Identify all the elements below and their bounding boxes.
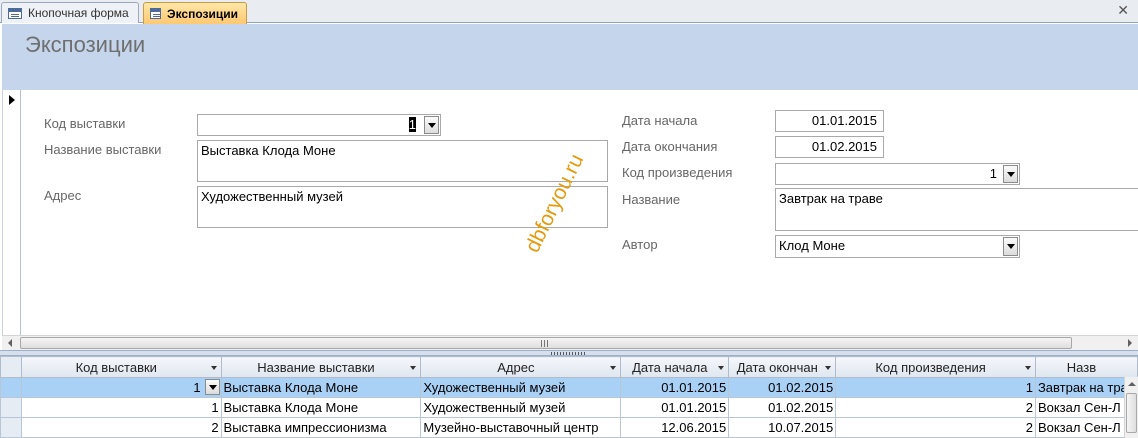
- end-date-label: Дата окончания: [622, 139, 718, 154]
- table-cell[interactable]: Художественный музей: [420, 397, 622, 418]
- scroll-up-icon[interactable]: [1128, 382, 1136, 386]
- table-cell[interactable]: 2: [835, 397, 1036, 418]
- tab-label: Экспозиции: [167, 6, 238, 21]
- table-row[interactable]: 1 Выставка Клода Моне Художественный муз…: [0, 397, 1138, 418]
- table-cell[interactable]: Завтрак на трав: [1034, 377, 1138, 398]
- column-header-label: Код произведения: [875, 359, 986, 375]
- column-header-label: Дата окончан: [736, 359, 818, 375]
- scroll-right-icon[interactable]: [1121, 336, 1138, 350]
- sort-dropdown-icon[interactable]: [825, 366, 832, 370]
- name-label: Название: [622, 192, 681, 207]
- chevron-down-icon[interactable]: [1003, 165, 1018, 183]
- column-header-label: Название выставки: [257, 359, 375, 375]
- row-selector[interactable]: [0, 397, 22, 418]
- column-header-label: Адрес: [497, 359, 535, 375]
- scroll-left-icon[interactable]: [2, 336, 19, 350]
- column-header[interactable]: Назв: [1034, 356, 1138, 378]
- author-value: Клод Моне: [779, 238, 846, 253]
- column-header[interactable]: Адрес: [420, 356, 622, 378]
- exhibition-code-label: Код выставки: [44, 116, 126, 131]
- table-cell[interactable]: 01.02.2015: [728, 397, 837, 418]
- select-all-corner[interactable]: [0, 356, 22, 378]
- table-cell[interactable]: Выставка Клода Моне: [220, 377, 422, 398]
- table-cell[interactable]: 1: [20, 377, 222, 398]
- exhibition-code-value: 1: [408, 117, 416, 132]
- column-header-label: Назв: [1066, 359, 1097, 375]
- datasheet-header-row: Код выставки Название выставки Адрес Дат…: [0, 356, 1138, 378]
- column-header-label: Код выставки: [75, 359, 157, 375]
- sort-dropdown-icon[interactable]: [210, 366, 217, 370]
- exhibition-code-combo[interactable]: 1: [197, 114, 441, 136]
- form-icon: [8, 7, 22, 19]
- table-cell[interactable]: 2: [20, 417, 222, 438]
- close-icon[interactable]: ✕: [1117, 3, 1129, 19]
- cell-value: 1: [193, 380, 201, 395]
- column-header[interactable]: Код выставки: [20, 356, 222, 378]
- chevron-down-icon[interactable]: [204, 379, 220, 395]
- table-cell[interactable]: 1: [835, 377, 1036, 398]
- chevron-down-icon[interactable]: [424, 116, 439, 134]
- table-row[interactable]: 2 Выставка импрессионизма Музейно-выстав…: [0, 417, 1138, 438]
- start-date-label: Дата начала: [622, 113, 698, 128]
- form-header: Экспозиции: [2, 24, 1138, 90]
- address-label: Адрес: [44, 188, 82, 203]
- row-selector[interactable]: [0, 417, 22, 438]
- author-combo[interactable]: Клод Моне: [775, 235, 1020, 258]
- table-cell[interactable]: Вокзал Сен-Л: [1034, 417, 1138, 438]
- scroll-thumb[interactable]: [20, 337, 1072, 349]
- grip-icon: [541, 340, 548, 347]
- exhibition-name-field[interactable]: Выставка Клода Моне: [197, 140, 608, 182]
- column-header-label: Дата начала: [632, 359, 708, 375]
- sort-dropdown-icon[interactable]: [610, 366, 617, 370]
- splitter-grip-icon: [551, 352, 587, 355]
- row-selector[interactable]: [0, 377, 22, 398]
- tab-expositions[interactable]: Экспозиции: [143, 2, 247, 24]
- table-cell[interactable]: Художественный музей: [420, 377, 622, 398]
- vertical-scrollbar[interactable]: [1124, 377, 1138, 438]
- table-cell[interactable]: 01.02.2015: [728, 377, 837, 398]
- table-cell[interactable]: Музейно-выставочный центр: [420, 417, 622, 438]
- artwork-code-value: 1: [989, 166, 997, 181]
- author-label: Автор: [622, 237, 658, 252]
- sort-dropdown-icon[interactable]: [718, 366, 725, 370]
- column-header[interactable]: Код произведения: [835, 356, 1036, 378]
- table-cell[interactable]: 12.06.2015: [620, 417, 730, 438]
- table-row[interactable]: 1 Выставка Клода Моне Художественный муз…: [0, 377, 1138, 398]
- column-header[interactable]: Дата окончан: [728, 356, 837, 378]
- scroll-thumb[interactable]: [1126, 393, 1137, 433]
- table-cell[interactable]: 01.01.2015: [620, 397, 730, 418]
- table-cell[interactable]: 01.01.2015: [620, 377, 730, 398]
- table-cell[interactable]: 10.07.2015: [728, 417, 837, 438]
- current-record-arrow-icon: [9, 95, 15, 105]
- exhibition-name-label: Название выставки: [44, 142, 162, 157]
- document-tab-bar: Кнопочная форма Экспозиции ✕: [0, 0, 1138, 24]
- column-header[interactable]: Дата начала: [620, 356, 730, 378]
- table-cell[interactable]: 2: [835, 417, 1036, 438]
- artwork-code-label: Код произведения: [622, 165, 733, 180]
- tab-label: Кнопочная форма: [28, 6, 129, 20]
- table-cell[interactable]: Выставка Клода Моне: [220, 397, 422, 418]
- sort-dropdown-icon[interactable]: [1024, 366, 1031, 370]
- tab-switchboard-form[interactable]: Кнопочная форма: [1, 2, 139, 23]
- start-date-field[interactable]: 01.01.2015: [775, 110, 884, 132]
- table-cell[interactable]: Выставка импрессионизма: [220, 417, 422, 438]
- table-cell[interactable]: 1: [20, 397, 222, 418]
- form-icon: [150, 8, 162, 19]
- end-date-field[interactable]: 01.02.2015: [775, 136, 884, 158]
- artwork-code-combo[interactable]: 1: [775, 163, 1020, 185]
- horizontal-scrollbar[interactable]: [2, 335, 1138, 350]
- name-field[interactable]: Завтрак на траве: [775, 188, 1138, 231]
- column-header[interactable]: Название выставки: [220, 356, 422, 378]
- chevron-down-icon[interactable]: [1003, 237, 1018, 256]
- record-selector[interactable]: [2, 90, 21, 335]
- page-title: Экспозиции: [25, 32, 146, 57]
- sort-dropdown-icon[interactable]: [410, 366, 417, 370]
- datasheet: Код выставки Название выставки Адрес Дат…: [0, 356, 1138, 438]
- table-cell[interactable]: Вокзал Сен-Л: [1034, 397, 1138, 418]
